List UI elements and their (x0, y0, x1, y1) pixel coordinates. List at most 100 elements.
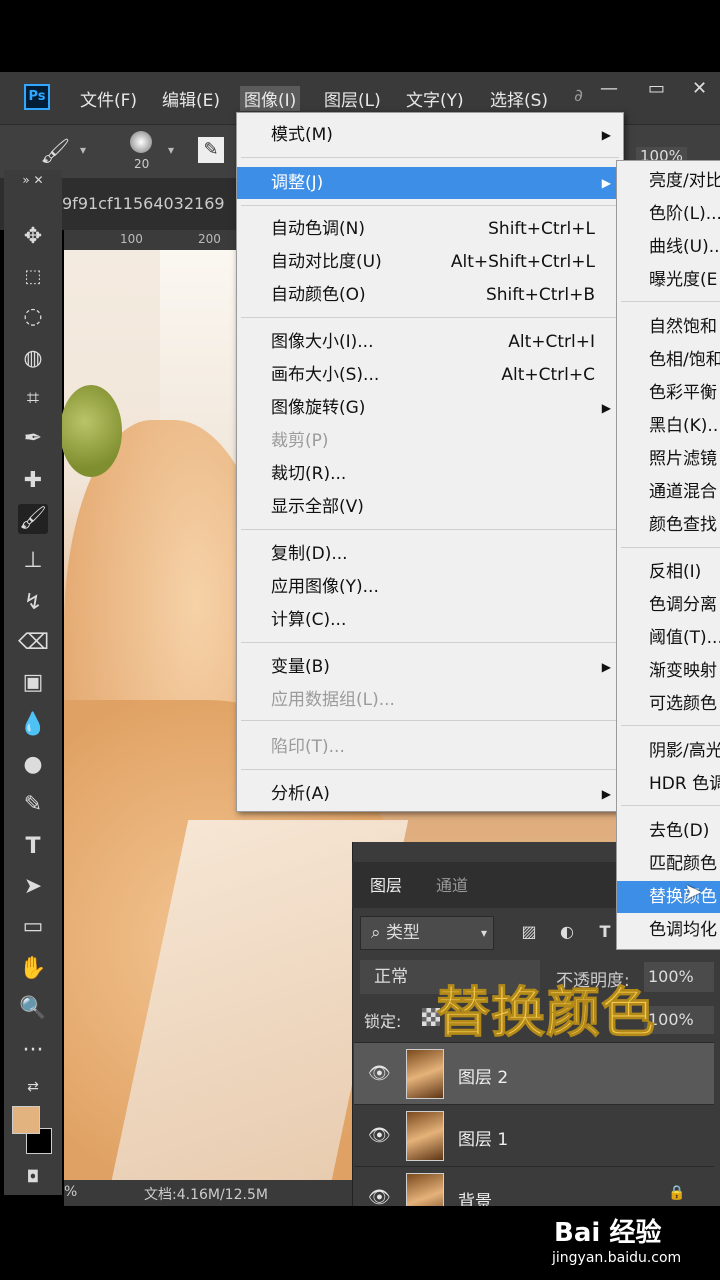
submenu-item[interactable]: 曲线(U)... (617, 231, 720, 263)
submenu-item[interactable]: 色调均化 (617, 914, 720, 946)
submenu-item[interactable]: 色彩平衡 (617, 377, 720, 409)
marquee-tool-icon[interactable]: ⬚ (18, 262, 48, 292)
submenu-arrow-icon: ▶ (601, 176, 611, 190)
menu-item-auto-tone[interactable]: 自动色调(N) Shift+Ctrl+L (237, 213, 623, 245)
submenu-item[interactable]: 通道混合 (617, 476, 720, 508)
filter-adjustment-icon[interactable]: ◐ (556, 922, 578, 944)
submenu-item-replace-color[interactable]: 替换颜色 (617, 881, 720, 913)
submenu-item[interactable]: 匹配颜色 (617, 848, 720, 880)
layer-thumbnail (406, 1049, 444, 1099)
chevron-down-icon[interactable]: ▾ (168, 143, 174, 157)
menu-file[interactable]: 文件(F) (80, 86, 137, 111)
filter-image-icon[interactable]: ▨ (518, 922, 540, 944)
menu-image[interactable]: 图像(I) (240, 86, 301, 111)
menu-item-mode[interactable]: 模式(M) ▶ (237, 119, 623, 151)
crop-tool-icon[interactable]: ⌗ (18, 384, 48, 414)
blur-tool-icon[interactable]: 💧 (18, 710, 48, 740)
menu-select[interactable]: 选择(S) (490, 86, 548, 111)
layer-name[interactable]: 图层 1 (458, 1125, 508, 1150)
path-select-tool-icon[interactable]: ➤ (18, 872, 48, 902)
submenu-item[interactable]: 可选颜色 (617, 688, 720, 720)
menu-item-calculations[interactable]: 计算(C)... (237, 604, 623, 636)
status-doc-size[interactable]: 文档:4.16M/12.5M (144, 1184, 268, 1204)
history-brush-tool-icon[interactable]: ↯ (18, 588, 48, 618)
menu-item-analysis[interactable]: 分析(A) ▶ (237, 778, 623, 810)
pen-tool-icon[interactable]: ✎ (18, 790, 48, 820)
lasso-tool-icon[interactable]: ◌ (18, 302, 48, 332)
maximize-icon[interactable]: ▭ (648, 78, 665, 99)
menu-edit[interactable]: 编辑(E) (162, 86, 220, 111)
foreground-color-swatch[interactable] (12, 1106, 40, 1134)
brush-panel-toggle-icon[interactable]: ✎ (198, 137, 224, 163)
tab-channels[interactable]: 通道 (436, 872, 468, 896)
minimize-icon[interactable]: — (600, 78, 618, 99)
chevron-down-icon: ▾ (480, 926, 487, 940)
quick-select-tool-icon[interactable]: ◍ (18, 344, 48, 374)
menu-item-reveal-all[interactable]: 显示全部(V) (237, 491, 623, 523)
layer-name[interactable]: 背景 (458, 1187, 492, 1206)
hand-tool-icon[interactable]: ✋ (18, 954, 48, 984)
menu-item-image-size[interactable]: 图像大小(I)... Alt+Ctrl+I (237, 326, 623, 358)
submenu-item[interactable]: 黑白(K)... (617, 410, 720, 442)
more-tools-icon[interactable]: ··· (18, 1036, 48, 1066)
type-tool-icon[interactable]: T (18, 832, 48, 862)
swap-colors-icon[interactable]: ⇄ (18, 1072, 48, 1102)
stamp-tool-icon[interactable]: ⊥ (18, 546, 48, 576)
rectangle-tool-icon[interactable]: ▭ (18, 912, 48, 942)
brush-tool-icon[interactable]: 🖌 (18, 504, 48, 534)
panel-collapse-icon[interactable]: » ✕ (18, 170, 48, 190)
photo-fruit (60, 385, 122, 477)
submenu-item[interactable]: 色阶(L)... (617, 198, 720, 230)
menu-item-apply-image[interactable]: 应用图像(Y)... (237, 571, 623, 603)
submenu-item[interactable]: 阈值(T)... (617, 622, 720, 654)
zoom-tool-icon[interactable]: 🔍 (18, 994, 48, 1024)
submenu-item[interactable]: HDR 色调 (617, 768, 720, 800)
eraser-tool-icon[interactable]: ⌫ (18, 628, 49, 658)
menu-item-auto-contrast[interactable]: 自动对比度(U) Alt+Shift+Ctrl+L (237, 246, 623, 278)
layer-row[interactable]: 👁 图层 1 (354, 1104, 714, 1166)
document-title[interactable]: 9f91cf11564032169 (62, 194, 225, 213)
visibility-eye-icon[interactable]: 👁 (368, 1125, 391, 1146)
menu-item-duplicate[interactable]: 复制(D)... (237, 538, 623, 570)
menu-layer[interactable]: 图层(L) (324, 86, 381, 111)
gradient-tool-icon[interactable]: ▣ (18, 668, 48, 698)
ruler-tick: 100 (120, 232, 143, 246)
submenu-item[interactable]: 去色(D) (617, 815, 720, 847)
submenu-item[interactable]: 色相/饱和 (617, 344, 720, 376)
submenu-item[interactable]: 照片滤镜 (617, 443, 720, 475)
submenu-item[interactable]: 自然饱和 (617, 311, 720, 343)
menu-item-auto-color[interactable]: 自动颜色(O) Shift+Ctrl+B (237, 279, 623, 311)
menu-type[interactable]: 文字(Y) (406, 86, 464, 111)
menu-item-adjustments[interactable]: 调整(J) ▶ (237, 167, 623, 199)
submenu-item[interactable]: 颜色查找 (617, 509, 720, 541)
move-tool-icon[interactable]: ✥ (18, 222, 48, 252)
menu-item-image-rotation[interactable]: 图像旋转(G) ▶ (237, 392, 623, 424)
healing-brush-tool-icon[interactable]: ✚ (18, 466, 48, 496)
visibility-eye-icon[interactable]: 👁 (368, 1063, 391, 1084)
menu-item-canvas-size[interactable]: 画布大小(S)... Alt+Ctrl+C (237, 359, 623, 391)
close-icon[interactable]: ✕ (692, 78, 707, 99)
lock-label: 锁定: (364, 1012, 402, 1031)
quick-mask-icon[interactable]: ◘ (18, 1162, 48, 1192)
layer-name[interactable]: 图层 2 (458, 1063, 508, 1088)
submenu-item[interactable]: 反相(I) (617, 556, 720, 588)
tab-layers[interactable]: 图层 (370, 872, 402, 896)
dodge-tool-icon[interactable]: ● (18, 750, 48, 780)
chevron-down-icon[interactable]: ▾ (80, 143, 86, 157)
submenu-item[interactable]: 曝光度(E (617, 264, 720, 296)
filter-type-icon[interactable]: T (594, 922, 616, 944)
brush-tool-icon[interactable]: 🖌 (40, 137, 70, 165)
submenu-item[interactable]: 色调分离 (617, 589, 720, 621)
eyedropper-tool-icon[interactable]: ✒ (18, 424, 48, 454)
layer-row[interactable]: 👁 图层 2 (354, 1042, 714, 1104)
submenu-item[interactable]: 阴影/高光 (617, 735, 720, 767)
menu-item-variables[interactable]: 变量(B) ▶ (237, 651, 623, 683)
visibility-eye-icon[interactable]: 👁 (368, 1187, 391, 1206)
layer-filter-select[interactable]: ⌕ 类型 ▾ (360, 916, 494, 950)
brush-preview-icon[interactable] (130, 131, 152, 153)
submenu-item[interactable]: 渐变映射 (617, 655, 720, 687)
submenu-item[interactable]: 亮度/对比 (617, 165, 720, 197)
menu-overflow[interactable]: ∂ (574, 86, 583, 106)
layer-row[interactable]: 👁 背景 🔒 (354, 1166, 714, 1206)
menu-item-trim[interactable]: 裁切(R)... (237, 458, 623, 490)
